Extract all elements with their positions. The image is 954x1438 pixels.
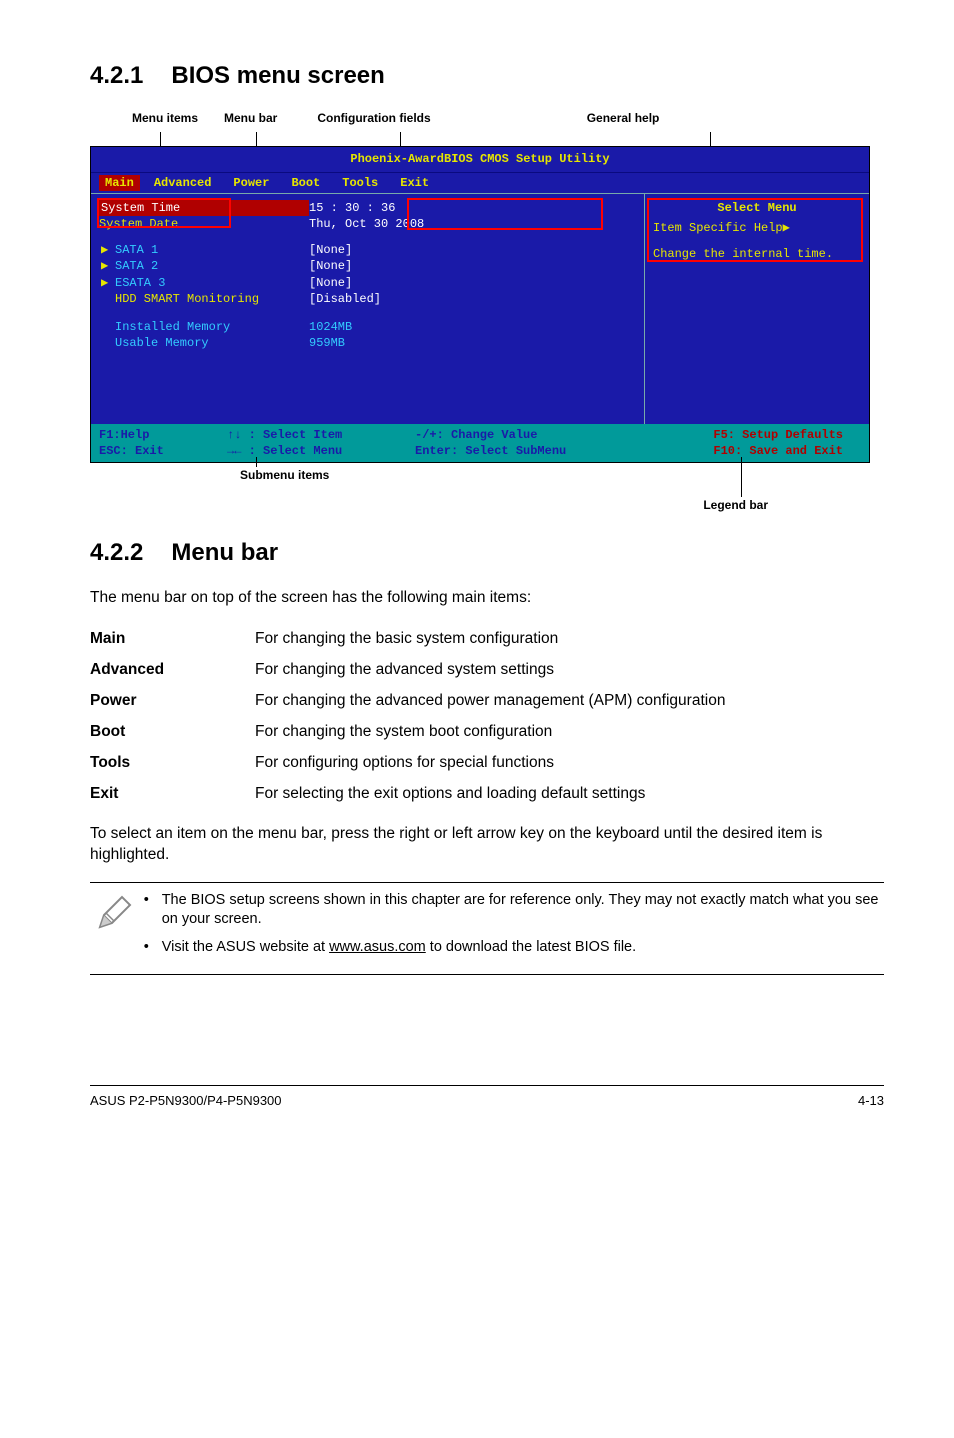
note-link[interactable]: www.asus.com [329, 939, 426, 955]
def-key: Main [90, 624, 255, 655]
esata3-label[interactable]: ESATA 3 [115, 275, 309, 291]
help-title: Select Menu [653, 200, 861, 216]
table-row: PowerFor changing the advanced power man… [90, 686, 884, 717]
annot-config: Configuration fields [317, 110, 430, 128]
annot-menubar: Menu bar [224, 110, 277, 128]
legend-select-submenu: Enter: Select SubMenu [415, 443, 635, 459]
table-row: BootFor changing the system boot configu… [90, 717, 884, 748]
heading-num: 4.2.1 [90, 60, 143, 92]
sata1-label[interactable]: SATA 1 [115, 242, 309, 258]
legend-select-item: ↑↓ : Select Item [227, 427, 397, 443]
def-key: Exit [90, 779, 255, 810]
def-val: For selecting the exit options and loadi… [255, 779, 884, 810]
hdd-smart-value[interactable]: [Disabled] [309, 291, 381, 307]
tab-main[interactable]: Main [99, 175, 140, 191]
system-time-label[interactable]: System Time [99, 200, 309, 216]
installed-memory-label: Installed Memory [115, 319, 309, 335]
legend-esc: ESC: Exit [99, 443, 209, 459]
annot-legend: Legend bar [703, 497, 768, 513]
note-item: The BIOS setup screens shown in this cha… [140, 891, 880, 930]
def-key: Advanced [90, 655, 255, 686]
hdd-smart-label[interactable]: HDD SMART Monitoring [115, 291, 309, 307]
system-date-value[interactable]: Thu, Oct 30 2008 [309, 216, 424, 232]
bios-title: Phoenix-AwardBIOS CMOS Setup Utility [91, 147, 869, 172]
legend-f1: F1:Help [99, 427, 209, 443]
annot-menuitems: Menu items [132, 110, 198, 128]
note-text: Visit the ASUS website at [162, 939, 329, 955]
s2-outro: To select an item on the menu bar, press… [90, 824, 884, 866]
submenu-arrow-icon: ▶ [101, 242, 108, 258]
submenu-arrow-icon: ▶ [101, 258, 108, 274]
heading-422: 4.2.2 Menu bar [90, 537, 884, 569]
bios-menubar[interactable]: Main Advanced Power Boot Tools Exit [91, 173, 869, 194]
help-body: Change the internal time. [653, 246, 861, 262]
def-val: For configuring options for special func… [255, 748, 884, 779]
legend-f5: F5: Setup Defaults [713, 427, 843, 443]
footer-left: ASUS P2-P5N9300/P4-P5N9300 [90, 1092, 282, 1110]
note-text: to download the latest BIOS file. [426, 939, 636, 955]
heading-num: 4.2.2 [90, 537, 143, 569]
submenu-arrow-icon: ▶ [101, 275, 108, 291]
annot-submenu: Submenu items [240, 467, 329, 483]
def-val: For changing the advanced system setting… [255, 655, 884, 686]
sata2-label[interactable]: SATA 2 [115, 258, 309, 274]
page-footer: ASUS P2-P5N9300/P4-P5N9300 4-13 [90, 1085, 884, 1110]
note-box: The BIOS setup screens shown in this cha… [90, 882, 884, 975]
legend-f10: F10: Save and Exit [713, 443, 843, 459]
help-sub: Item Specific Help▶ [653, 220, 861, 236]
tab-advanced[interactable]: Advanced [154, 175, 212, 191]
tab-tools[interactable]: Tools [342, 175, 378, 191]
bios-figure: Menu items Menu bar Configuration fields… [90, 110, 870, 523]
heading-title: Menu bar [171, 539, 278, 566]
def-key: Boot [90, 717, 255, 748]
def-key: Tools [90, 748, 255, 779]
tab-exit[interactable]: Exit [400, 175, 429, 191]
sata2-value[interactable]: [None] [309, 258, 352, 274]
tab-boot[interactable]: Boot [291, 175, 320, 191]
installed-memory-value: 1024MB [309, 319, 352, 335]
bios-screenshot: Phoenix-AwardBIOS CMOS Setup Utility Mai… [90, 146, 870, 463]
usable-memory-label: Usable Memory [115, 335, 309, 351]
s2-intro: The menu bar on top of the screen has th… [90, 588, 884, 609]
table-row: ToolsFor configuring options for special… [90, 748, 884, 779]
bios-legend-bar: F1:Help ESC: Exit ↑↓ : Select Item →← : … [91, 424, 869, 462]
legend-select-menu: →← : Select Menu [227, 443, 397, 459]
system-date-label[interactable]: System Date [99, 216, 309, 232]
table-row: AdvancedFor changing the advanced system… [90, 655, 884, 686]
legend-change-value: -/+: Change Value [415, 427, 635, 443]
table-row: ExitFor selecting the exit options and l… [90, 779, 884, 810]
usable-memory-value: 959MB [309, 335, 345, 351]
sata1-value[interactable]: [None] [309, 242, 352, 258]
table-row: MainFor changing the basic system config… [90, 624, 884, 655]
def-val: For changing the basic system configurat… [255, 624, 884, 655]
heading-title: BIOS menu screen [171, 62, 384, 89]
menu-definitions-table: MainFor changing the basic system config… [90, 624, 884, 810]
bios-help-pane: Select Menu Item Specific Help▶ Change t… [644, 194, 869, 424]
tab-power[interactable]: Power [233, 175, 269, 191]
heading-421: 4.2.1 BIOS menu screen [90, 60, 884, 92]
footer-right: 4-13 [858, 1092, 884, 1110]
def-val: For changing the advanced power manageme… [255, 686, 884, 717]
pencil-icon [94, 891, 140, 966]
bios-left-pane: System Time 15 : 30 : 36 System Date Thu… [91, 194, 644, 424]
annot-general: General help [587, 110, 660, 128]
system-time-value[interactable]: 15 : 30 : 36 [309, 200, 395, 216]
esata3-value[interactable]: [None] [309, 275, 352, 291]
note-item: Visit the ASUS website at www.asus.com t… [140, 938, 880, 958]
def-val: For changing the system boot configurati… [255, 717, 884, 748]
def-key: Power [90, 686, 255, 717]
